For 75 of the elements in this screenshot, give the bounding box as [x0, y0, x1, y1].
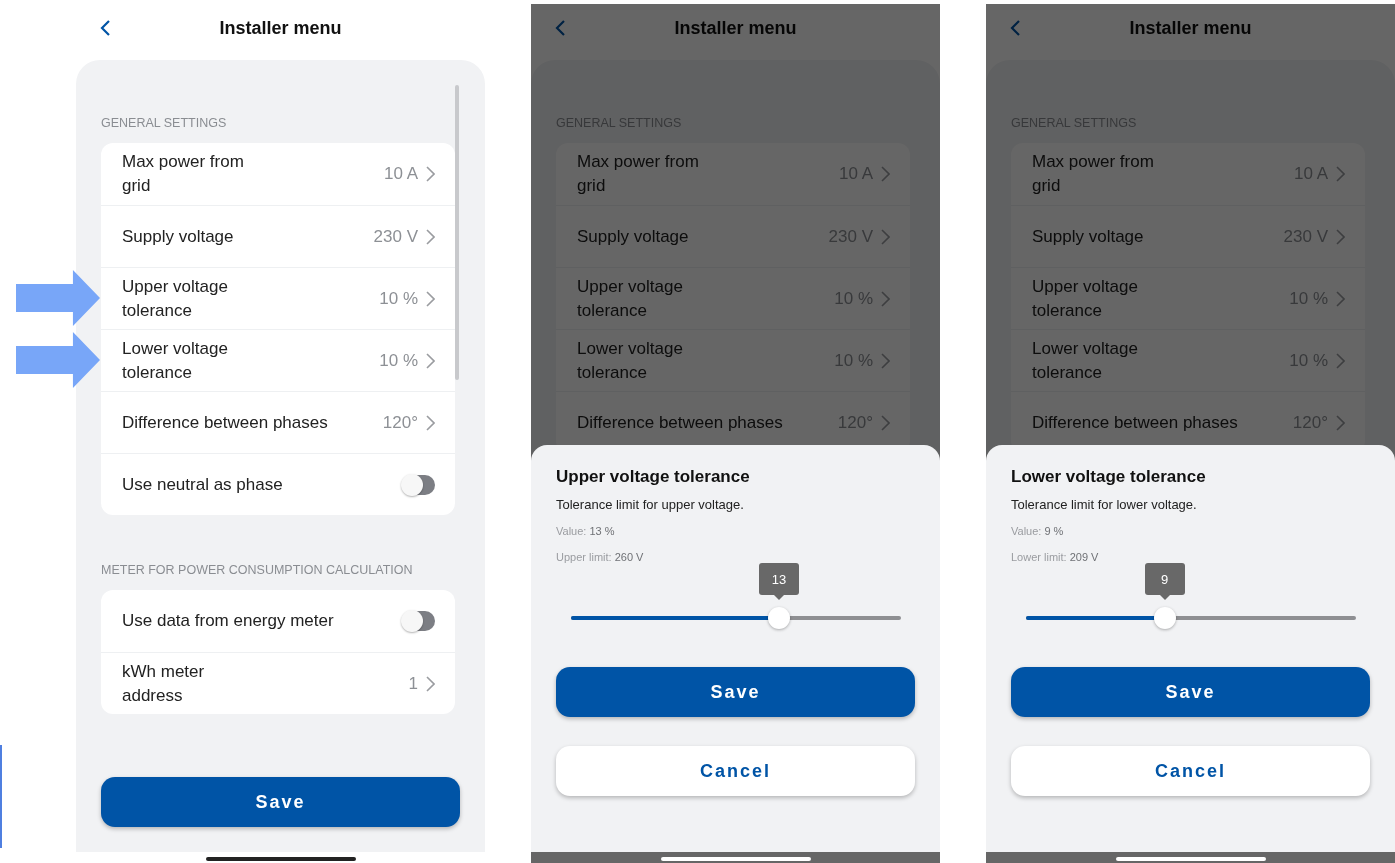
setting-label: Upper voltage tolerance: [122, 275, 229, 322]
setting-label: Supply voltage: [577, 225, 690, 248]
setting-label: Use data from energy meter: [122, 610, 335, 632]
setting-row[interactable]: Use data from energy meter: [101, 590, 455, 652]
chevron-right-icon: [881, 166, 890, 182]
setting-value: 10 %: [379, 350, 418, 371]
save-button[interactable]: Save: [1011, 667, 1370, 717]
setting-label: Lower voltage tolerance: [1032, 337, 1139, 384]
sheet-description: Tolerance limit for upper voltage.: [556, 497, 745, 512]
sheet-title: Lower voltage tolerance: [1011, 467, 1207, 487]
value-tooltip: 9: [1144, 563, 1185, 600]
setting-row[interactable]: Lower voltage tolerance 10 %: [101, 329, 455, 391]
chevron-right-icon: [881, 228, 890, 245]
slider[interactable]: [1026, 607, 1356, 629]
setting-row[interactable]: Max power from grid 10 A: [101, 143, 455, 205]
setting-row[interactable]: Supply voltage 230 V: [101, 205, 455, 267]
setting-value: 10 %: [379, 288, 418, 309]
chevron-right-icon: [1336, 352, 1345, 369]
setting-label: Lower voltage tolerance: [577, 337, 684, 384]
limit-text: Upper limit: 260 V: [556, 551, 645, 563]
section-heading: METER FOR POWER CONSUMPTION CALCULATION: [101, 563, 414, 578]
section-heading: GENERAL SETTINGS: [101, 116, 228, 131]
setting-value: 230 V: [373, 226, 418, 247]
chevron-right-icon: [426, 290, 435, 307]
toggle-switch[interactable]: [402, 611, 435, 631]
chevron-right-icon: [426, 675, 435, 692]
toggle-switch[interactable]: [402, 474, 435, 495]
value-tooltip: 13: [758, 563, 799, 600]
slider-thumb[interactable]: [1153, 607, 1176, 629]
sheet-description: Tolerance limit for lower voltage.: [1011, 497, 1198, 512]
setting-label: Difference between phases: [122, 411, 329, 434]
cancel-button[interactable]: Cancel: [556, 746, 915, 796]
setting-label: Upper voltage tolerance: [577, 275, 684, 322]
setting-label: Upper voltage tolerance: [1032, 275, 1139, 322]
value-text: Value: 9 %: [1011, 525, 1065, 537]
screen-title: Installer menu: [674, 17, 797, 39]
setting-label: Max power from grid: [1032, 151, 1155, 197]
chevron-right-icon: [881, 290, 890, 307]
chevron-right-icon: [426, 166, 435, 182]
chevron-right-icon: [1336, 290, 1345, 307]
limit-text: Lower limit: 209 V: [1011, 551, 1100, 563]
screen-title: Installer menu: [1129, 17, 1252, 39]
setting-label: Supply voltage: [1032, 225, 1145, 248]
setting-row[interactable]: Upper voltage tolerance 10 %: [101, 267, 455, 329]
screen-title: Installer menu: [219, 17, 342, 39]
value-text: Value: 13 %: [556, 525, 616, 537]
setting-label: Max power from grid: [577, 151, 700, 197]
save-button[interactable]: Save: [101, 777, 460, 827]
setting-value: 1: [408, 673, 418, 694]
setting-value: 120°: [382, 412, 418, 433]
setting-label: Difference between phases: [1032, 411, 1239, 434]
setting-label: Supply voltage: [122, 225, 235, 248]
chevron-right-icon: [1336, 166, 1345, 182]
sheet-title: Upper voltage tolerance: [556, 467, 751, 487]
slider[interactable]: [571, 607, 901, 629]
setting-value: 10 A: [383, 164, 418, 184]
chevron-right-icon: [426, 414, 435, 431]
chevron-right-icon: [1336, 228, 1345, 245]
setting-label: Lower voltage tolerance: [122, 337, 229, 384]
setting-label: Max power from grid: [122, 151, 245, 197]
chevron-right-icon: [426, 228, 435, 245]
setting-row[interactable]: Use neutral as phase: [101, 453, 455, 515]
chevron-right-icon: [426, 352, 435, 369]
setting-label: Use neutral as phase: [122, 473, 284, 496]
save-button[interactable]: Save: [556, 667, 915, 717]
chevron-right-icon: [881, 352, 890, 369]
cancel-button[interactable]: Cancel: [1011, 746, 1370, 796]
setting-row[interactable]: kWh meter address 1: [101, 652, 455, 714]
setting-label: Difference between phases: [577, 411, 784, 434]
chevron-right-icon: [881, 414, 890, 431]
chevron-right-icon: [1336, 414, 1345, 431]
slider-thumb[interactable]: [767, 607, 790, 629]
setting-row[interactable]: Difference between phases 120°: [101, 391, 455, 453]
back-icon[interactable]: [99, 19, 111, 37]
setting-label: kWh meter address: [122, 660, 206, 707]
